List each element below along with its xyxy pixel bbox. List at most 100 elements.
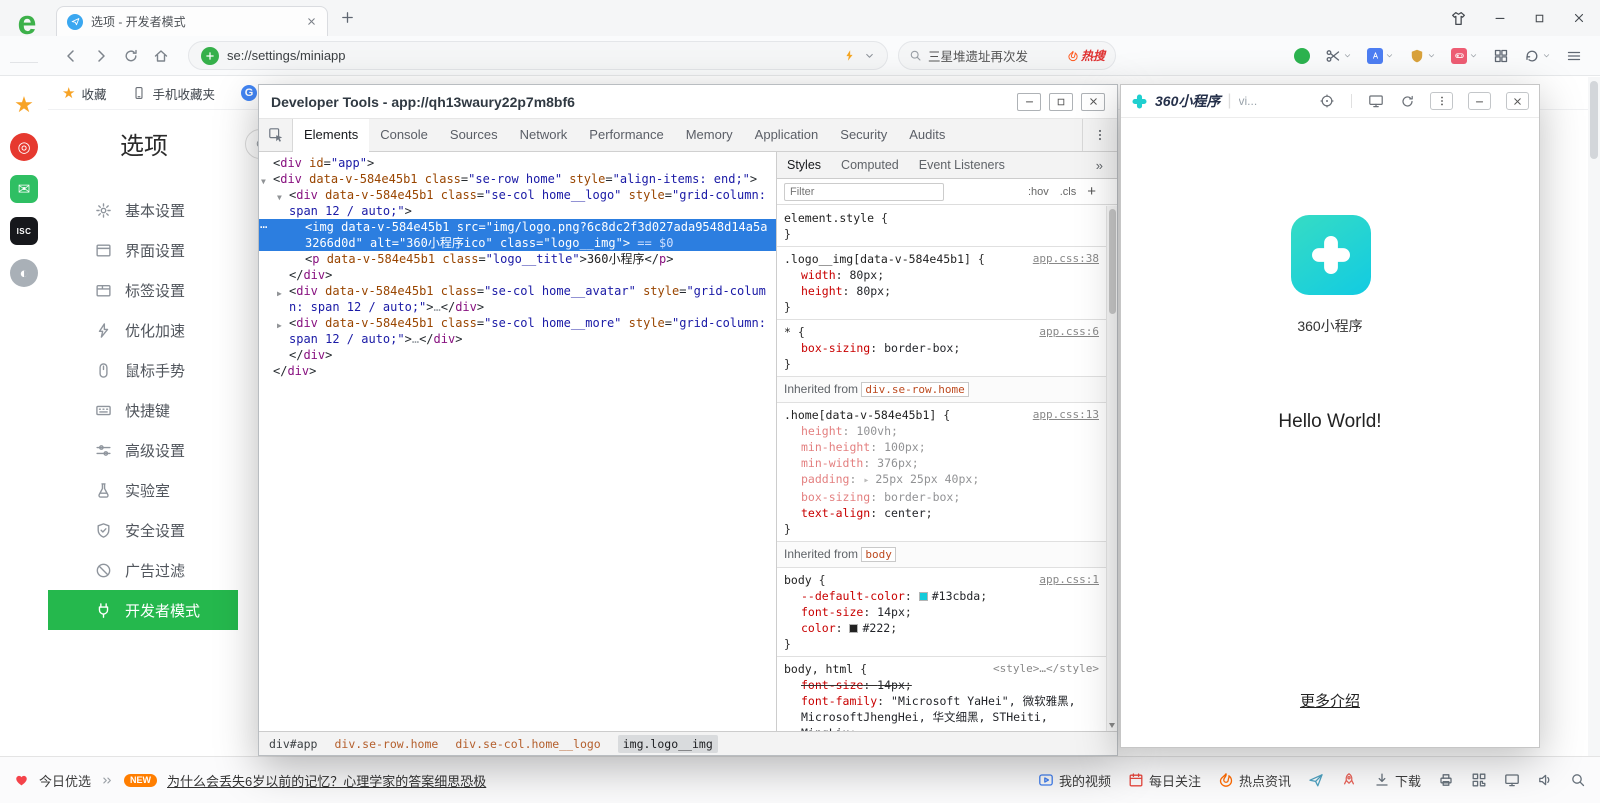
- search-box[interactable]: 三星堆遗址再次发 热搜: [898, 41, 1116, 70]
- hot-search-logo[interactable]: 热搜: [1067, 47, 1105, 64]
- devtools-tab-console[interactable]: Console: [369, 119, 439, 151]
- dom-node[interactable]: <div id="app">: [259, 155, 776, 171]
- css-property[interactable]: min-height: 100px;: [784, 439, 1099, 455]
- expand-arrow-icon[interactable]: ▶: [277, 286, 282, 302]
- color-swatch[interactable]: [919, 592, 928, 601]
- styles-control-cls[interactable]: .cls: [1060, 186, 1077, 198]
- window-close-icon[interactable]: [1572, 11, 1586, 25]
- miniapp-locate-icon[interactable]: [1319, 93, 1335, 109]
- css-selector[interactable]: body, html: [784, 662, 853, 676]
- window-maximize-icon[interactable]: [1533, 12, 1546, 25]
- rocket-button[interactable]: [1341, 772, 1357, 788]
- browser-logo[interactable]: e: [8, 4, 46, 42]
- new-tab-button[interactable]: [340, 10, 355, 25]
- miniapp-close-button[interactable]: [1506, 92, 1529, 110]
- weibo-icon[interactable]: ◎: [10, 133, 38, 161]
- css-property[interactable]: width: 80px;: [784, 267, 1099, 283]
- styles-scrollbar[interactable]: [1106, 206, 1117, 731]
- qr-grid-button[interactable]: [1471, 772, 1487, 788]
- dom-node[interactable]: </div>: [259, 267, 776, 283]
- isc-icon[interactable]: ISC: [10, 217, 38, 245]
- color-swatch[interactable]: [849, 624, 858, 633]
- browser-tab[interactable]: 选项 - 开发者模式: [56, 6, 328, 36]
- settings-nav-item[interactable]: 实验室: [48, 470, 238, 510]
- protect-icon[interactable]: [1409, 48, 1436, 64]
- miniapp-more-link[interactable]: 更多介绍: [1121, 690, 1539, 711]
- devtools-tab-elements[interactable]: Elements: [293, 119, 369, 152]
- breadcrumb-item[interactable]: div.se-col.home__logo: [455, 737, 600, 751]
- devtools-maximize-button[interactable]: [1049, 93, 1073, 111]
- styles-control-hov[interactable]: :hov: [1028, 186, 1049, 198]
- hot-news-button[interactable]: 热点资讯: [1218, 771, 1291, 790]
- settings-nav-item[interactable]: 安全设置: [48, 510, 238, 550]
- url-text[interactable]: se://settings/miniapp: [227, 48, 835, 63]
- css-property[interactable]: height: 80px;: [784, 283, 1099, 299]
- devtools-tab-sources[interactable]: Sources: [439, 119, 509, 151]
- devtools-minimize-button[interactable]: [1017, 93, 1041, 111]
- settings-nav-item[interactable]: 高级设置: [48, 430, 238, 470]
- devtools-close-button[interactable]: [1081, 93, 1105, 111]
- devtools-tab-network[interactable]: Network: [509, 119, 579, 151]
- settings-nav-item[interactable]: 快捷键: [48, 390, 238, 430]
- inspect-element-icon[interactable]: [259, 119, 293, 151]
- settings-nav-item[interactable]: 标签设置: [48, 270, 238, 310]
- css-selector[interactable]: element.style: [784, 211, 874, 225]
- css-property[interactable]: font-size: 14px;: [784, 604, 1099, 620]
- devtools-titlebar[interactable]: Developer Tools - app://qh13waury22p7m8b…: [259, 85, 1117, 118]
- speed-bolt-icon[interactable]: [843, 49, 856, 62]
- dom-node[interactable]: ▶<div data-v-584e45b1 class="se-col home…: [259, 283, 776, 315]
- forward-icon[interactable]: [86, 41, 116, 71]
- styles-pane-tab-styles[interactable]: Styles: [777, 158, 831, 172]
- misc-app-icon[interactable]: ◐: [10, 259, 38, 287]
- theme-skin-icon[interactable]: [1450, 10, 1467, 27]
- settings-nav-item[interactable]: 界面设置: [48, 230, 238, 270]
- devtools-more-icon[interactable]: [1082, 119, 1117, 151]
- favorites-button[interactable]: ★收藏: [62, 84, 106, 103]
- devtools-tab-performance[interactable]: Performance: [578, 119, 674, 151]
- headline-link[interactable]: 为什么会丢失6岁以前的记忆？心理学家的答案细思恐极: [167, 771, 486, 790]
- stylesheet-link[interactable]: app.css:1: [1039, 572, 1099, 588]
- stylesheet-link[interactable]: app.css:6: [1039, 324, 1099, 340]
- expand-shorthand-icon[interactable]: ▸: [863, 475, 875, 486]
- css-property[interactable]: box-sizing: border-box;: [784, 340, 1099, 356]
- monitor-button[interactable]: [1504, 772, 1520, 788]
- css-property[interactable]: padding: ▸ 25px 25px 40px;: [784, 471, 1099, 489]
- miniapp-minimize-button[interactable]: [1468, 92, 1491, 110]
- node-menu-icon[interactable]: ⋯: [260, 219, 267, 235]
- css-property[interactable]: box-sizing: border-box;: [784, 489, 1099, 505]
- mail-icon[interactable]: ✉: [10, 175, 38, 203]
- devtools-tab-application[interactable]: Application: [744, 119, 830, 151]
- page-scrollbar[interactable]: [1588, 77, 1600, 756]
- settings-nav-item[interactable]: 优化加速: [48, 310, 238, 350]
- dom-node[interactable]: ▼<div data-v-584e45b1 class="se-col home…: [259, 187, 776, 219]
- dom-node[interactable]: <p data-v-584e45b1 class="logo__title">3…: [259, 251, 776, 267]
- css-property[interactable]: color: #222;: [784, 620, 1099, 636]
- css-selector[interactable]: .home[data-v-584e45b1]: [784, 408, 936, 422]
- dom-node[interactable]: ⋯<img data-v-584e45b1 src="img/logo.png?…: [259, 219, 776, 251]
- refresh-icon[interactable]: [116, 41, 146, 71]
- css-property[interactable]: --default-color: #13cbda;: [784, 588, 1099, 604]
- settings-nav-item[interactable]: 广告过滤: [48, 550, 238, 590]
- apps-grid-icon[interactable]: [1493, 48, 1509, 64]
- css-property[interactable]: min-width: 376px;: [784, 455, 1099, 471]
- address-dropdown-icon[interactable]: [864, 50, 875, 61]
- css-property[interactable]: height: 100vh;: [784, 423, 1099, 439]
- tab-close-icon[interactable]: [306, 16, 317, 27]
- daily-follow-button[interactable]: 每日关注: [1128, 771, 1201, 790]
- zoom-button[interactable]: [1570, 772, 1586, 788]
- window-minimize-icon[interactable]: [1493, 11, 1507, 25]
- back-icon[interactable]: [56, 41, 86, 71]
- css-selector[interactable]: body: [784, 573, 812, 587]
- css-property[interactable]: font-size: 14px;: [784, 677, 1099, 693]
- download-button[interactable]: 下载: [1374, 771, 1421, 790]
- favorites-star-icon[interactable]: ★: [10, 91, 38, 119]
- restore-icon[interactable]: [1524, 48, 1551, 64]
- dom-node[interactable]: </div>: [259, 347, 776, 363]
- site-badge-icon[interactable]: [201, 47, 219, 65]
- game-icon[interactable]: [1451, 48, 1478, 64]
- styles-pane-tab-event-listeners[interactable]: Event Listeners: [909, 158, 1015, 172]
- address-bar[interactable]: se://settings/miniapp: [188, 41, 888, 70]
- settings-nav-item[interactable]: 鼠标手势: [48, 350, 238, 390]
- translate-icon[interactable]: [1367, 48, 1394, 64]
- expand-arrow-icon[interactable]: ▶: [277, 318, 282, 334]
